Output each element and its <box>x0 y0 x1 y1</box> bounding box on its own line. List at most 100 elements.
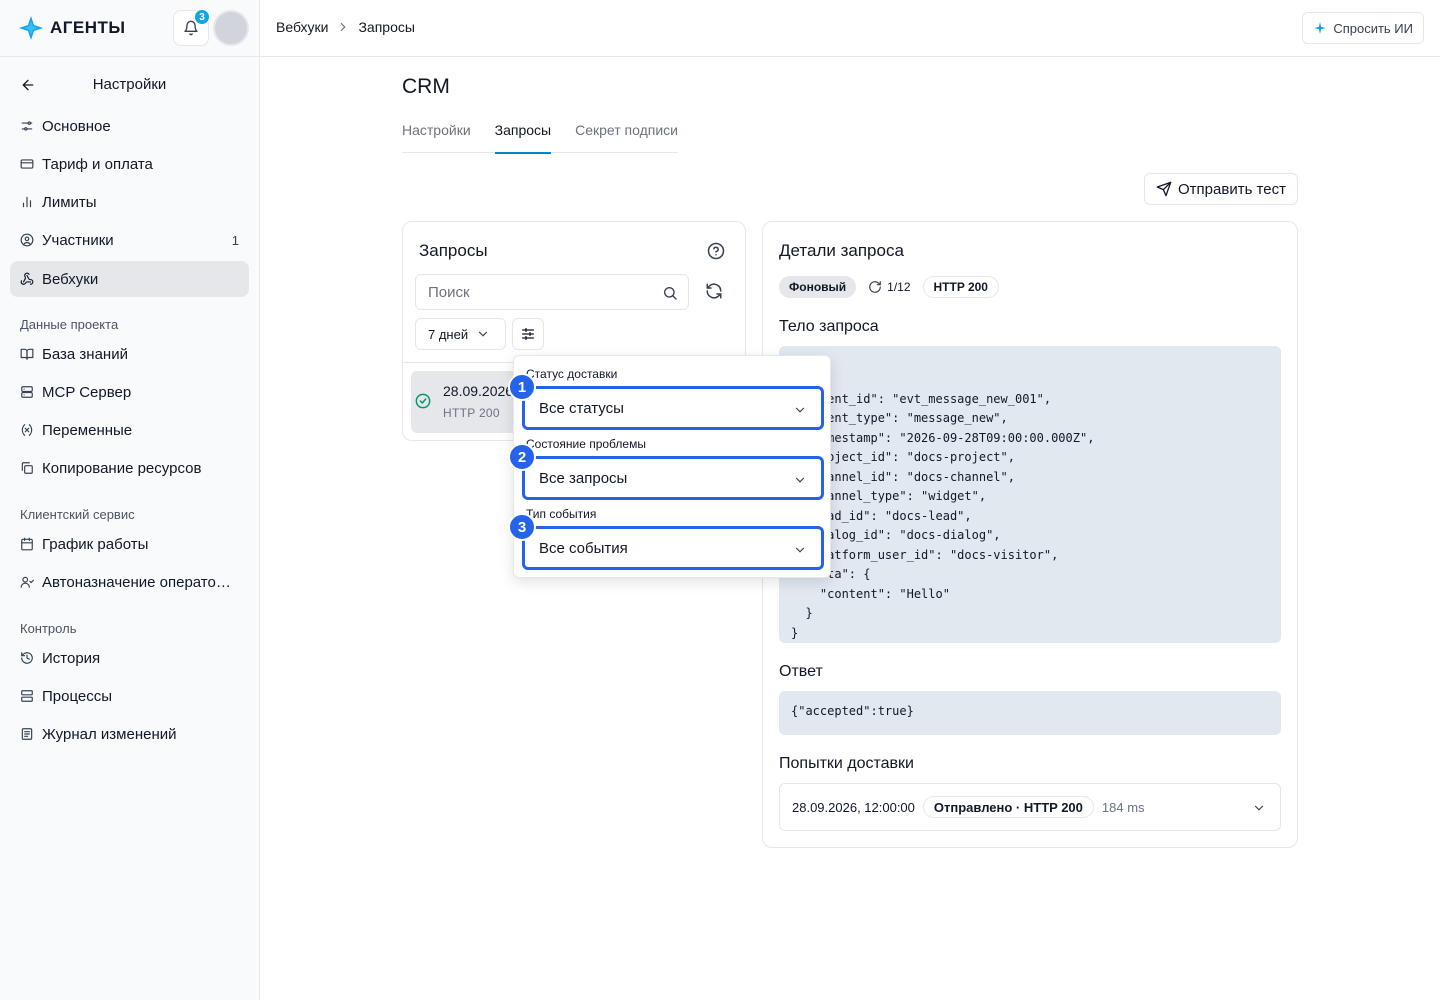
sidebar-item-label: Тариф и оплата <box>42 155 153 173</box>
delivery-status-value: Все статусы <box>539 400 624 417</box>
sidebar-item-label: Переменные <box>42 421 133 439</box>
search-input[interactable] <box>428 284 648 301</box>
mode-badge: Фоновый <box>779 276 857 298</box>
server-icon <box>21 386 33 398</box>
event-type-select[interactable]: Все события <box>522 526 824 570</box>
attempts-counter: 1/12 <box>864 280 914 294</box>
attempt-timestamp: 28.09.2026, 12:00:00 <box>792 799 915 815</box>
search-box <box>415 274 689 310</box>
log-icon <box>21 728 33 740</box>
sidebar-item-label: Процессы <box>42 687 113 705</box>
avatar[interactable] <box>213 10 249 46</box>
section-label-project: Данные проекта <box>20 317 119 332</box>
chevron-right-icon <box>336 20 350 34</box>
logo[interactable]: АГЕНТЫ <box>18 15 126 41</box>
sidebar-item-knowledge-base[interactable]: База знаний <box>10 336 249 372</box>
request-body-code: { "event_id": "evt_message_new_001", "ev… <box>779 346 1281 643</box>
tab-signing-secret[interactable]: Секрет подписи <box>575 110 678 153</box>
body-title: Тело запроса <box>779 318 879 335</box>
sidebar-item-history[interactable]: История <box>10 640 249 676</box>
delivery-attempt-row[interactable]: 28.09.2026, 12:00:00 Отправлено · HTTP 2… <box>779 783 1281 831</box>
response-title: Ответ <box>779 663 823 680</box>
bar-chart-icon <box>22 196 32 208</box>
history-icon <box>21 652 33 664</box>
chevron-down-icon[interactable] <box>1252 801 1266 815</box>
filters-button[interactable] <box>512 318 544 350</box>
event-type-label: Тип события <box>526 507 597 521</box>
details-badges: Фоновый 1/12 HTTP 200 <box>779 276 999 298</box>
breadcrumb-requests: Запросы <box>358 19 415 35</box>
attempt-status-badge: Отправлено · HTTP 200 <box>922 796 1094 818</box>
sidebar-item-copy-resources[interactable]: Копирование ресурсов <box>10 450 249 486</box>
filters-dropdown: Статус доставки Все статусы 1 Состояние … <box>508 355 831 578</box>
calendar-icon <box>21 537 33 551</box>
sidebar-item-label: Лимиты <box>42 193 97 211</box>
attempts-value: 1/12 <box>887 280 911 294</box>
details-title: Детали запроса <box>779 241 904 260</box>
filter-sliders-icon <box>520 326 536 342</box>
request-status: HTTP 200 <box>443 406 500 420</box>
user-circle-icon <box>20 233 34 247</box>
logo-icon <box>18 15 44 41</box>
help-circle-icon[interactable] <box>707 242 725 260</box>
sidebar-item-members[interactable]: Участники 1 <box>10 222 249 258</box>
settings-title: Настройки <box>92 76 167 93</box>
sidebar-item-limits[interactable]: Лимиты <box>10 184 249 220</box>
event-type-value: Все события <box>539 540 628 557</box>
sidebar-item-label: База знаний <box>42 345 128 363</box>
send-icon <box>1156 181 1172 197</box>
tabs: Настройки Запросы Секрет подписи <box>402 110 679 154</box>
tab-settings[interactable]: Настройки <box>402 110 471 153</box>
sidebar-item-schedule[interactable]: График работы <box>10 526 249 562</box>
breadcrumb: Вебхуки Запросы <box>276 19 415 35</box>
chevron-down-icon <box>793 403 807 417</box>
refresh-icon[interactable] <box>705 282 723 300</box>
chevron-down-icon <box>793 473 807 487</box>
ask-ai-button[interactable]: Спросить ИИ <box>1302 12 1424 44</box>
sidebar-item-changelog[interactable]: Журнал изменений <box>10 716 249 752</box>
delivery-status-select[interactable]: Все статусы <box>522 386 824 430</box>
request-details-card: Детали запроса Фоновый 1/12 HTTP 200 Тел… <box>762 221 1298 848</box>
sidebar-item-general[interactable]: Основное <box>10 108 249 144</box>
period-select[interactable]: 7 дней <box>415 318 506 350</box>
settings-header: Настройки <box>0 70 259 100</box>
sidebar: АГЕНТЫ 3 Настройки Основное Тариф и опла… <box>0 0 260 1000</box>
sidebar-item-label: Вебхуки <box>42 270 99 288</box>
sidebar-item-label: Автоназначение операторов <box>42 573 237 591</box>
sidebar-item-mcp-server[interactable]: MCP Сервер <box>10 374 249 410</box>
sidebar-item-webhooks[interactable]: Вебхуки <box>10 261 249 297</box>
response-code: {"accepted":true} <box>779 691 1281 735</box>
sidebar-item-label: Копирование ресурсов <box>42 459 202 477</box>
copy-icon <box>21 462 33 474</box>
sidebar-item-auto-assign[interactable]: Автоназначение операторов <box>10 564 249 600</box>
sparkle-icon <box>1313 21 1327 35</box>
notifications-count-badge: 3 <box>194 9 210 25</box>
sidebar-item-processes[interactable]: Процессы <box>10 678 249 714</box>
tab-requests[interactable]: Запросы <box>494 110 552 154</box>
brand-row: АГЕНТЫ 3 <box>0 0 259 57</box>
http-status-badge: HTTP 200 <box>922 276 999 298</box>
requests-title: Запросы <box>419 241 488 260</box>
sidebar-item-label: График работы <box>42 535 149 553</box>
sidebar-item-label: MCP Сервер <box>42 383 132 401</box>
sidebar-item-label: Основное <box>42 117 111 135</box>
period-value: 7 дней <box>428 326 469 342</box>
problem-state-select[interactable]: Все запросы <box>522 456 824 500</box>
sidebar-item-variables[interactable]: Переменные <box>10 412 249 448</box>
attempt-duration: 184 ms <box>1101 799 1145 815</box>
check-circle-icon <box>415 393 431 409</box>
arrow-left-icon[interactable] <box>20 77 36 93</box>
sidebar-item-label: История <box>42 649 101 667</box>
ask-ai-label: Спросить ИИ <box>1333 20 1413 36</box>
section-label-client: Клиентский сервис <box>20 507 135 522</box>
sidebar-item-label: Журнал изменений <box>42 725 177 743</box>
sidebar-item-billing[interactable]: Тариф и оплата <box>10 146 249 182</box>
breadcrumb-webhooks[interactable]: Вебхуки <box>276 19 328 35</box>
step-marker-3: 3 <box>508 513 536 541</box>
members-count: 1 <box>231 232 239 248</box>
step-marker-1: 1 <box>508 373 536 401</box>
topbar: Вебхуки Запросы Спросить ИИ <box>260 0 1440 57</box>
search-icon[interactable] <box>662 285 678 301</box>
problem-state-value: Все запросы <box>539 470 628 487</box>
send-test-button[interactable]: Отправить тест <box>1144 173 1298 205</box>
